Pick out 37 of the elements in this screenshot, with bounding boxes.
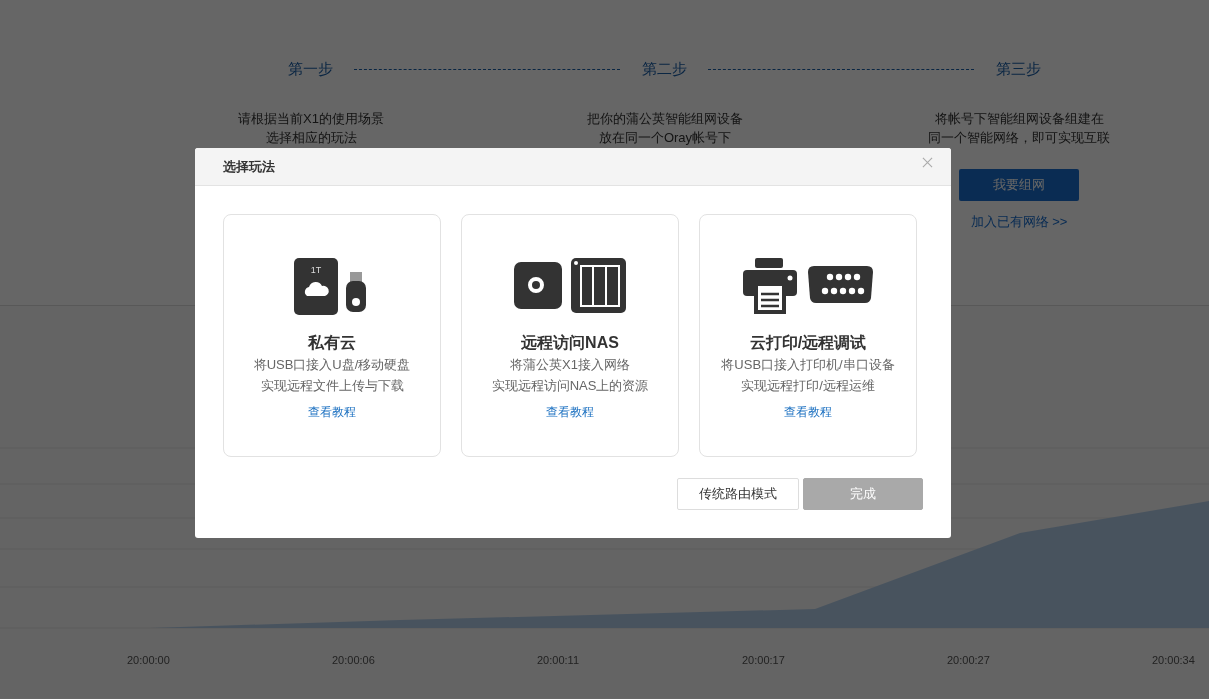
card-description: 实现远程打印/远程运维 (741, 377, 875, 395)
axis-label: 20:00:00 (127, 654, 170, 666)
tutorial-link[interactable]: 查看教程 (784, 404, 832, 421)
option-card[interactable]: 云打印/远程调试 将USB口接入打印机/串口设备 实现远程打印/远程运维 查看教程 (699, 214, 917, 457)
card-title: 远程访问NAS (521, 333, 619, 353)
axis-label: 20:00:11 (537, 654, 579, 666)
serial-port-icon (808, 266, 873, 303)
axis-label: 20:00:06 (332, 654, 375, 666)
step-description: 把你的蒲公英智能组网设备 (587, 110, 743, 128)
close-icon[interactable] (922, 157, 933, 168)
printer-icon (743, 258, 797, 314)
card-description: 将蒲公英X1接入网络 (510, 356, 630, 374)
usb-drive-icon (346, 272, 366, 312)
card-description: 将USB口接入打印机/串口设备 (721, 356, 895, 374)
step-label: 第一步 (286, 60, 334, 79)
step-description: 请根据当前X1的使用场景 (238, 110, 384, 128)
option-card[interactable]: 远程访问NAS 将蒲公英X1接入网络 实现远程访问NAS上的资源 查看教程 (461, 214, 679, 457)
step-label: 第三步 (994, 60, 1042, 79)
card-description: 实现远程访问NAS上的资源 (491, 377, 649, 395)
step-label: 第二步 (640, 60, 688, 79)
card-title: 私有云 (308, 333, 356, 353)
card-description: 实现远程文件上传与下载 (260, 377, 404, 395)
hard-drive-icon (294, 258, 338, 315)
axis-label: 20:00:34 (1152, 654, 1195, 666)
router-mode-button[interactable]: 传统路由模式 (677, 478, 799, 510)
step-description: 选择相应的玩法 (265, 129, 357, 147)
axis-label: 20:00:27 (947, 654, 990, 666)
card-title: 云打印/远程调试 (749, 333, 867, 353)
tutorial-link[interactable]: 查看教程 (546, 404, 594, 421)
nas-icon (571, 258, 626, 313)
step-description: 将帐号下智能组网设备组建在 (934, 110, 1104, 128)
tutorial-link[interactable]: 查看教程 (308, 404, 356, 421)
dialog-title: 选择玩法 (223, 157, 275, 176)
card-description: 将USB口接入U盘/移动硬盘 (253, 356, 411, 374)
option-card[interactable]: 1T 私有云 将USB口接入U盘/移动硬盘 实现远程文件上传与下载 查看教程 (223, 214, 441, 457)
axis-label: 20:00:17 (742, 654, 785, 666)
capacity-label: 1T (310, 265, 322, 275)
